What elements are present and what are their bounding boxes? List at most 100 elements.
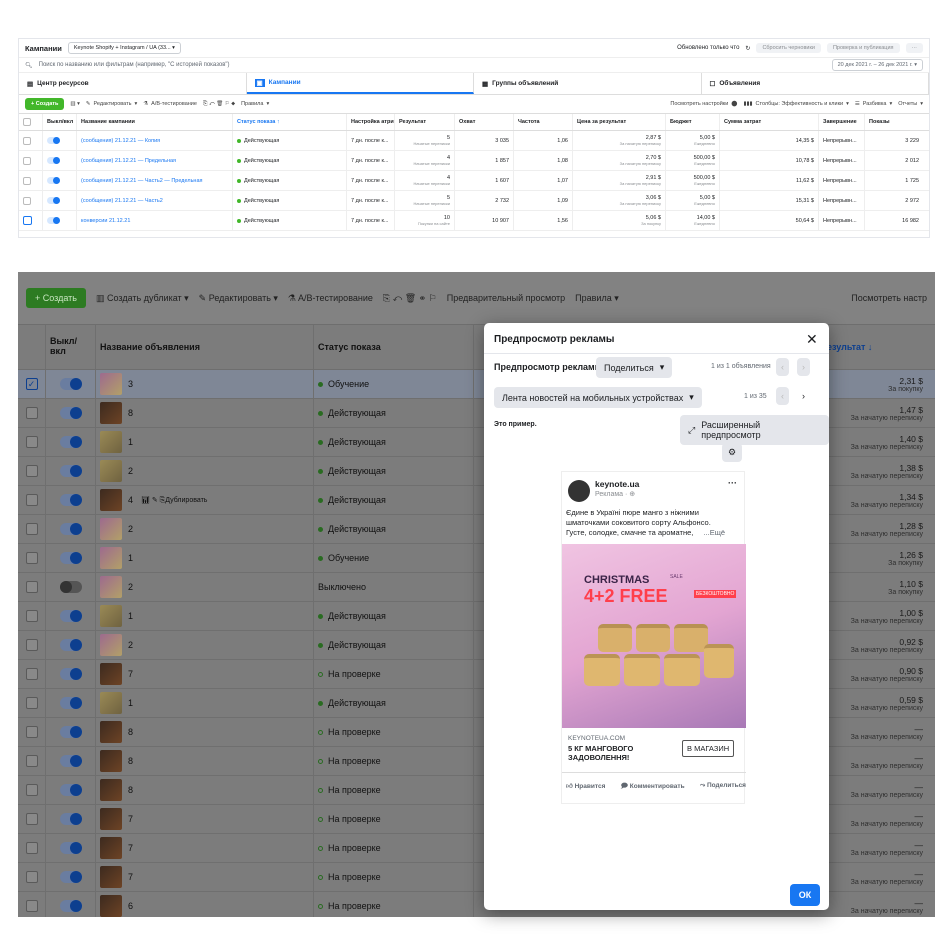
row-checkbox[interactable]: [23, 176, 31, 185]
ad-toggle[interactable]: [59, 494, 82, 506]
debug-icon[interactable]: ⚙︎: [722, 443, 743, 462]
ad-checkbox[interactable]: [25, 813, 38, 825]
ad-toggle[interactable]: [59, 697, 82, 709]
ad-toggle[interactable]: [59, 871, 82, 883]
advanced-preview-button[interactable]: ⤢ Расширенный предпросмотр: [680, 415, 829, 445]
row-checkbox[interactable]: [23, 196, 31, 205]
ad-name-cell[interactable]: 7: [96, 805, 314, 833]
ad-name-cell[interactable]: 1: [96, 544, 314, 572]
ad-toggle[interactable]: [59, 523, 82, 535]
ad-checkbox[interactable]: [25, 842, 38, 854]
breakdown-button[interactable]: ☰ Разбивка ▾: [855, 101, 892, 107]
tab-resource-center[interactable]: ▤ Центр ресурсов: [19, 73, 247, 94]
ad-checkbox[interactable]: [25, 871, 38, 883]
ad-checkbox[interactable]: [25, 494, 38, 506]
ad-toggle[interactable]: [59, 610, 82, 622]
account-selector[interactable]: Keynote Shopify + Instagram / UA (33... …: [67, 42, 181, 54]
ad-toggle[interactable]: [59, 813, 82, 825]
ad-image[interactable]: CHRISTMAS SALE 4+2 FREE БЕЗКОШТОВНО: [562, 544, 746, 728]
campaign-row[interactable]: конверсии 21.12.21 Действующая 7 дн. после…: [19, 211, 929, 231]
refresh-icon[interactable]: ↻: [745, 45, 750, 52]
header-ad-status[interactable]: Статус показа: [314, 325, 474, 369]
campaign-name[interactable]: (сообщения) 21.12.21 — Предельная: [77, 151, 233, 170]
header-spent[interactable]: Сумма затрат: [720, 114, 819, 130]
header-frequency[interactable]: Частота: [514, 114, 573, 130]
view-settings-dim[interactable]: Посмотреть настр: [851, 293, 927, 303]
page-name[interactable]: keynote.ua: [595, 479, 639, 489]
reports-button[interactable]: Отчеты ▾: [898, 101, 923, 107]
header-toggle-dim[interactable]: Выкл/вкл: [46, 325, 96, 369]
ad-checkbox[interactable]: [25, 900, 38, 912]
create-button-dim[interactable]: + Создать: [26, 288, 86, 308]
edit-button[interactable]: ✎ Редактировать ▾: [86, 101, 137, 107]
duplicate-button[interactable]: ▥ Создать дубликат ▾: [96, 293, 189, 304]
ad-name-cell[interactable]: 7: [96, 660, 314, 688]
next-ad-button[interactable]: ›: [797, 358, 810, 376]
cta-button[interactable]: В МАГАЗИН: [682, 740, 735, 757]
header-reach[interactable]: Охват: [455, 114, 514, 130]
header-name[interactable]: Название кампании: [77, 114, 233, 130]
campaign-toggle[interactable]: [47, 197, 60, 204]
ad-name-cell[interactable]: 1: [96, 689, 314, 717]
row-checkbox[interactable]: [23, 136, 31, 145]
like-button[interactable]: 👍︎ Нравится: [566, 782, 605, 793]
campaign-row[interactable]: (сообщения) 21.12.21 — Часть2 — Предельн…: [19, 171, 929, 191]
ad-checkbox[interactable]: [25, 726, 38, 738]
ad-name-cell[interactable]: 8: [96, 776, 314, 804]
preview-button[interactable]: Предварительный просмотр: [447, 293, 565, 303]
ad-name-cell[interactable]: 1: [96, 428, 314, 456]
header-end[interactable]: Завершение: [819, 114, 865, 130]
ad-name-cell[interactable]: 8: [96, 718, 314, 746]
ad-name-cell[interactable]: 1: [96, 602, 314, 630]
date-range-picker[interactable]: 20 дек 2021 г. – 26 дек 2021 г. ▾: [831, 59, 923, 71]
header-attribution[interactable]: Настройка атрибуции: [347, 114, 395, 130]
row-checkbox[interactable]: [23, 156, 31, 165]
edit-button-dim[interactable]: ✎ Редактировать ▾: [199, 293, 278, 304]
comment-button[interactable]: 🗩 Комментировать: [621, 782, 685, 793]
ad-name-cell[interactable]: 2: [96, 457, 314, 485]
campaign-name[interactable]: (сообщения) 21.12.21 — Копия: [77, 131, 233, 150]
ad-checkbox[interactable]: [25, 407, 38, 419]
tab-adsets[interactable]: ▦ Группы объявлений: [474, 73, 702, 94]
header-toggle[interactable]: Выкл/вкл: [43, 114, 77, 130]
prev-ad-button[interactable]: ‹: [776, 358, 789, 376]
create-button[interactable]: + Создать: [25, 98, 65, 110]
campaign-toggle[interactable]: [47, 217, 60, 224]
campaign-name[interactable]: (сообщения) 21.12.21 — Часть2: [77, 191, 233, 210]
see-more-link[interactable]: ...Ещё: [703, 528, 725, 537]
campaign-toggle[interactable]: [47, 177, 60, 184]
campaign-row[interactable]: (сообщения) 21.12.21 — Копия Действующая 7…: [19, 131, 929, 151]
ad-checkbox[interactable]: [25, 610, 38, 622]
ad-toggle[interactable]: [59, 378, 82, 390]
header-budget[interactable]: Бюджет: [666, 114, 720, 130]
share-post-button[interactable]: ⤳ Поделиться: [700, 782, 746, 793]
close-icon[interactable]: ✕: [806, 331, 818, 348]
more-icon[interactable]: ···: [905, 43, 923, 53]
ad-name-cell[interactable]: 7: [96, 834, 314, 862]
ad-toggle[interactable]: [59, 842, 82, 854]
campaign-name[interactable]: конверсии 21.12.21: [77, 211, 233, 230]
campaign-row[interactable]: (сообщения) 21.12.21 — Часть2 Действующая…: [19, 191, 929, 211]
toolbar-icons[interactable]: ⎘ ↶ 🗑︎ ⚐ ⬥: [203, 101, 235, 108]
ad-toggle[interactable]: [59, 726, 82, 738]
ad-checkbox[interactable]: [25, 436, 38, 448]
ad-name-cell[interactable]: 2: [96, 631, 314, 659]
ad-checkbox[interactable]: [25, 581, 38, 593]
ad-checkbox[interactable]: [25, 755, 38, 767]
row-checkbox[interactable]: [23, 216, 32, 225]
post-menu-icon[interactable]: ···: [728, 478, 737, 488]
duplicate-icon[interactable]: ▥ ▾: [70, 101, 80, 107]
campaign-toggle[interactable]: [47, 137, 60, 144]
ad-checkbox[interactable]: [25, 784, 38, 796]
ad-name-cell[interactable]: 8: [96, 747, 314, 775]
ad-toggle[interactable]: [59, 639, 82, 651]
search-input[interactable]: Поиск по названию или фильтрам (например…: [39, 62, 826, 68]
tab-campaigns[interactable]: ▣ Кампании: [246, 73, 474, 94]
ad-toggle[interactable]: [59, 552, 82, 564]
ad-toggle[interactable]: [59, 784, 82, 796]
placement-dropdown[interactable]: Лента новостей на мобильных устройствах ▾: [494, 387, 702, 408]
ad-toggle[interactable]: [59, 900, 82, 912]
rules-button-dim[interactable]: Правила ▾: [575, 293, 619, 304]
ad-checkbox[interactable]: [25, 668, 38, 680]
ad-checkbox[interactable]: ✓: [25, 378, 38, 390]
